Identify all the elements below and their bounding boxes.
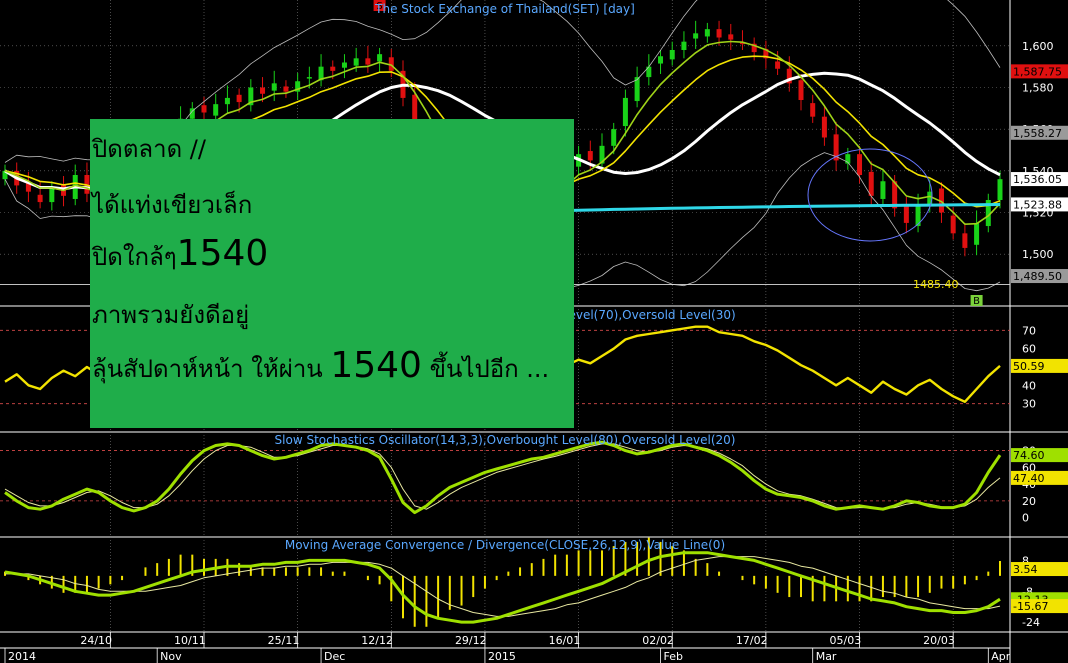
price-tick-label: 1,580 <box>1022 82 1054 95</box>
candle-body <box>810 103 816 117</box>
candle-body <box>681 41 687 50</box>
note-line-5-text-a: ลุ้นสัปดาห์หน้า ให้ผ่าน <box>92 355 331 383</box>
candle-body <box>950 215 956 234</box>
candle-body <box>213 104 219 116</box>
candle-body <box>997 179 1003 200</box>
note-line-3: ปิดใกล้ๆ1540 <box>92 233 268 276</box>
month-tick-label: Feb <box>664 650 683 663</box>
stoch-panel-title: Slow Stochastics Oscillator(14,3,3),Over… <box>275 433 736 447</box>
macd-value-tag: -15.67 <box>1013 600 1048 613</box>
candle-body <box>611 129 617 146</box>
candle-body <box>306 77 312 79</box>
candle-body <box>880 181 886 199</box>
candle-body <box>377 54 383 62</box>
date-tick-label: 02/02 <box>642 634 674 647</box>
month-tick-label: 2015 <box>488 650 516 663</box>
candle-body <box>716 29 722 38</box>
chart-title: The Stock Exchange of Thailand(SET) [day… <box>374 2 635 16</box>
candle-body <box>49 187 55 203</box>
candle-body <box>798 80 804 100</box>
macd-panel-title: Moving Average Convergence / Divergence(… <box>285 538 725 552</box>
candle-body <box>728 34 734 40</box>
stoch-tick-label: 20 <box>1022 495 1036 508</box>
candle-body <box>587 151 593 161</box>
rsi-tick-label: 70 <box>1022 324 1036 337</box>
candle-body <box>821 116 827 138</box>
candle-body <box>868 171 874 196</box>
month-tick-label: Apr <box>991 650 1011 663</box>
price-tag-label: 1,587.75 <box>1013 65 1062 78</box>
date-tick-label: 20/03 <box>923 634 955 647</box>
candle-body <box>658 56 664 64</box>
buy-marker-label: B <box>973 296 980 307</box>
note-line-4: ภาพรวมยังดีอยู่ <box>92 301 250 329</box>
date-tick-label: 16/01 <box>549 634 581 647</box>
month-tick-label: Nov <box>160 650 182 663</box>
note-line-1: ปิดตลาด // <box>92 135 206 163</box>
date-tick-label: 17/02 <box>736 634 768 647</box>
date-tick-label: 24/10 <box>80 634 112 647</box>
candle-body <box>903 205 909 223</box>
price-tag-label: 1,523.88 <box>1013 198 1062 211</box>
stoch-k-tag: 74.60 <box>1013 449 1045 462</box>
rsi-tick-label: 60 <box>1022 343 1036 356</box>
note-line-3-number: 1540 <box>176 233 269 274</box>
note-line-5-text-b: ขึ้นไปอีก ... <box>421 355 550 383</box>
macd-tick-label: -24 <box>1022 616 1040 629</box>
candle-body <box>201 105 207 113</box>
note-line-5: ลุ้นสัปดาห์หน้า ให้ผ่าน 1540 ขึ้นไปอีก .… <box>92 345 549 388</box>
candle-body <box>622 97 628 127</box>
candle-body <box>962 233 968 248</box>
candle-body <box>330 66 336 71</box>
candle-body <box>365 58 371 65</box>
candle-body <box>974 222 980 245</box>
rsi-value-tag: 50.59 <box>1013 360 1045 373</box>
macd-value-tag: 3.54 <box>1013 563 1038 576</box>
candle-body <box>283 86 289 92</box>
support-annotation: 1485.40 <box>913 278 959 291</box>
month-tick-label: 2014 <box>8 650 36 663</box>
note-line-2: ได้แท่งเขียวเล็ก <box>92 191 253 219</box>
candle-body <box>236 94 242 103</box>
price-tick-label: 1,500 <box>1022 248 1054 261</box>
date-tick-label: 12/12 <box>361 634 393 647</box>
rsi-tick-label: 30 <box>1022 398 1036 411</box>
date-tick-label: 10/11 <box>174 634 206 647</box>
candle-body <box>693 33 699 39</box>
candle-body <box>857 154 863 175</box>
note-line-3-text: ปิดใกล้ๆ <box>92 243 177 271</box>
price-tag-label: 1,558.27 <box>1013 127 1062 140</box>
price-tag-label: 1,536.05 <box>1013 173 1062 186</box>
date-tick-label: 05/03 <box>830 634 862 647</box>
candle-body <box>37 194 43 203</box>
candle-body <box>341 62 347 68</box>
month-tick-label: Mar <box>816 650 837 663</box>
analysis-note: ปิดตลาด // ได้แท่งเขียวเล็ก ปิดใกล้ๆ1540… <box>90 119 574 428</box>
date-tick-label: 25/11 <box>268 634 300 647</box>
candle-body <box>271 83 277 91</box>
candle-body <box>260 87 266 94</box>
stoch-d-tag: 47.40 <box>1013 472 1045 485</box>
date-tick-label: 29/12 <box>455 634 487 647</box>
stoch-tick-label: 0 <box>1022 512 1029 525</box>
month-tick-label: Dec <box>324 650 345 663</box>
candle-body <box>669 50 675 60</box>
candle-body <box>353 58 359 66</box>
candle-body <box>224 97 230 105</box>
candle-body <box>775 61 781 69</box>
note-line-5-number: 1540 <box>330 345 422 386</box>
candle-body <box>704 29 710 37</box>
price-tick-label: 1,600 <box>1022 40 1054 53</box>
rsi-tick-label: 40 <box>1022 379 1036 392</box>
price-tag-label: 1,489.50 <box>1013 270 1062 283</box>
